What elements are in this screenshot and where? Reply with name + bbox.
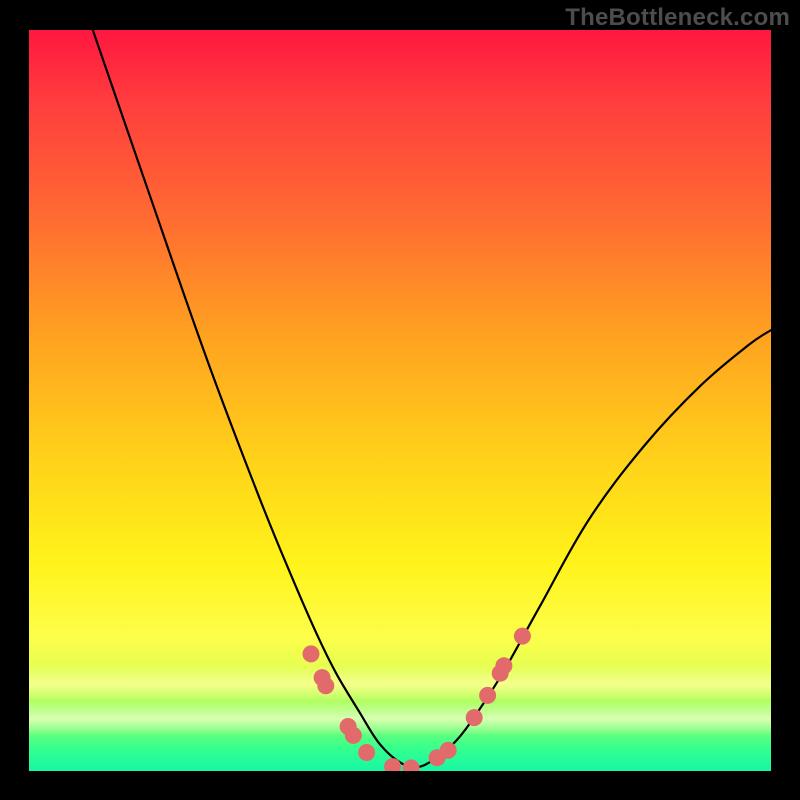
bottleneck-curve xyxy=(93,30,771,767)
curve-marker xyxy=(384,758,401,771)
plot-area xyxy=(29,30,771,771)
curve-layer xyxy=(29,30,771,771)
curve-marker xyxy=(479,687,496,704)
chart-frame: TheBottleneck.com xyxy=(0,0,800,800)
watermark-text: TheBottleneck.com xyxy=(565,4,790,32)
curve-marker xyxy=(317,677,334,694)
curve-marker xyxy=(495,657,512,674)
curve-marker xyxy=(345,727,362,744)
curve-marker xyxy=(440,742,457,759)
curve-marker xyxy=(358,744,375,761)
curve-markers xyxy=(303,628,531,771)
curve-marker xyxy=(514,628,531,645)
curve-marker xyxy=(403,760,420,772)
curve-marker xyxy=(303,645,320,662)
curve-marker xyxy=(466,709,483,726)
